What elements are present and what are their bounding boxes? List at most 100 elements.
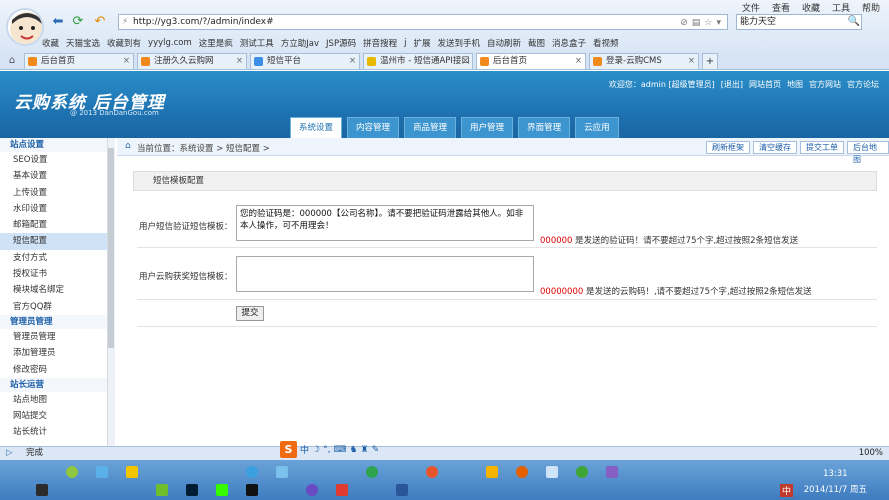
dreamweaver-icon[interactable] [216,484,228,496]
sidebar-scrollbar-thumb[interactable] [108,148,114,348]
bookmark-item[interactable]: 发送到手机 [437,37,480,49]
bookmark-item[interactable]: 收藏到有 [107,37,141,49]
tab-cloud-apps[interactable]: 云应用 [575,117,619,138]
undo-icon[interactable]: ↶ [92,14,108,30]
submit-ticket-button[interactable]: 提交工单 [800,141,844,154]
sidebar-item-basic[interactable]: 基本设置 [0,168,114,184]
close-icon[interactable]: × [462,54,469,69]
photoshop-icon[interactable] [186,484,198,496]
search-input[interactable]: 能力天空 [736,14,862,30]
submit-button[interactable]: 提交 [236,306,264,321]
clothes-icon[interactable]: ♜ [361,445,369,455]
taskbar-clock[interactable]: 13:31 2014/11/7 周五 [804,466,867,498]
sogou-ime-icon[interactable]: S [280,441,297,458]
browser-tab[interactable]: 注册久久云购网 × [137,53,247,69]
bookmark-item[interactable]: 这里是疯 [199,37,233,49]
app-icon[interactable] [486,466,498,478]
home-icon[interactable]: ⌂ [4,53,20,69]
reader-icon[interactable]: ▤ [692,16,701,30]
bookmark-item[interactable]: 截图 [528,37,545,49]
sidebar-item-password[interactable]: 修改密码 [0,362,114,378]
sidebar-item-qq-group[interactable]: 官方QQ群 [0,299,114,315]
refresh-frame-button[interactable]: 刷新框架 [706,141,750,154]
moon-icon[interactable]: ☽ [312,445,320,455]
browser-tab[interactable]: 温州市 - 短信通API接口 × [363,53,473,69]
bookmark-item[interactable]: 看视频 [593,37,619,49]
app-icon[interactable] [246,466,258,478]
official-site-link[interactable]: 官方网站 [809,79,841,90]
admin-map-button[interactable]: 后台地图 [847,141,889,164]
refresh-icon[interactable]: ⟳ [70,14,86,30]
app-icon[interactable] [546,466,558,478]
menu-view[interactable]: 查看 [771,1,791,14]
app-icon[interactable] [96,466,108,478]
sidebar-item-add-admin[interactable]: 添加管理员 [0,345,114,361]
bookmark-item[interactable]: j [404,38,406,48]
chevron-down-icon[interactable]: ▾ [716,16,721,30]
bookmark-item[interactable]: 自动刷新 [487,37,521,49]
tab-content[interactable]: 内容管理 [347,117,400,138]
close-icon[interactable]: × [349,54,356,69]
win-notify-template-input[interactable] [236,256,534,292]
bookmark-item[interactable]: 扩展 [413,37,430,49]
ime-tray-icon[interactable]: 中 [779,484,793,497]
tab-users[interactable]: 用户管理 [461,117,514,138]
sidebar-item-seo[interactable]: SEO设置 [0,152,114,168]
sidebar-item-domain-binding[interactable]: 模块域名绑定 [0,282,114,298]
sidebar-item-payment[interactable]: 支付方式 [0,250,114,266]
official-forum-link[interactable]: 官方论坛 [847,79,879,90]
app-icon[interactable] [126,466,138,478]
bookmark-item[interactable]: 测试工具 [240,37,274,49]
tab-system-settings[interactable]: 系统设置 [290,117,343,138]
bookmark-item[interactable]: JSP源码 [326,37,356,49]
sms-verify-template-input[interactable]: 您的验证码是：000000【公司名称】。请不要把验证码泄露给其他人。如非本人操作… [236,205,534,241]
bookmark-item[interactable]: yyylg.com [148,38,192,48]
sidebar-item-license[interactable]: 授权证书 [0,266,114,282]
app-icon[interactable] [156,484,168,496]
ime-mode[interactable]: 中 [300,443,309,456]
close-icon[interactable]: × [123,54,130,69]
tab-interface[interactable]: 界面管理 [518,117,571,138]
back-icon[interactable]: ⬅ [50,14,66,30]
star-icon[interactable]: ☆ [704,16,712,30]
block-icon[interactable]: ⊘ [680,16,688,30]
map-link[interactable]: 地图 [787,79,803,90]
new-tab-icon[interactable]: + [702,53,718,69]
bookmark-item[interactable]: 天猫宝选 [66,37,100,49]
zoom-level[interactable]: 100% [859,447,883,460]
site-home-link[interactable]: 网站首页 [749,79,781,90]
menu-tools[interactable]: 工具 [831,1,851,14]
keyboard-icon[interactable]: ⌨ [333,445,346,455]
app-icon[interactable] [366,466,378,478]
close-icon[interactable]: × [575,54,582,69]
app-icon[interactable] [246,484,258,496]
browser-tab[interactable]: 短信平台 × [250,53,360,69]
app-icon[interactable] [66,466,78,478]
sidebar-item-watermark[interactable]: 水印设置 [0,201,114,217]
skin-icon[interactable]: ♞ [349,445,357,455]
app-icon[interactable] [276,466,288,478]
word-icon[interactable] [396,484,408,496]
sidebar-item-sms[interactable]: 短信配置 [0,233,114,250]
start-icon[interactable] [36,484,48,496]
search-icon[interactable]: 🔍 [846,14,862,30]
close-icon[interactable]: × [236,54,243,69]
clear-cache-button[interactable]: 清空缓存 [753,141,797,154]
wrench-icon[interactable]: ✎ [372,445,380,455]
vs-icon[interactable] [606,466,618,478]
tab-products[interactable]: 商品管理 [404,117,457,138]
address-bar[interactable]: ⚡ http://yg3.com/?/admin/index# ⊘ ▤ ☆ ▾ [118,14,728,30]
app-icon[interactable] [576,466,588,478]
sidebar-item-stats[interactable]: 站长统计 [0,424,114,440]
browser-icon[interactable] [426,466,438,478]
close-icon[interactable]: × [688,54,695,69]
bookmark-item[interactable]: 消息盒子 [552,37,586,49]
sidebar-item-admins[interactable]: 管理员管理 [0,329,114,345]
menu-favorites[interactable]: 收藏 [801,1,821,14]
browser-tab[interactable]: 后台首页 × [24,53,134,69]
bookmark-item[interactable]: 收藏 [42,37,59,49]
sidebar-item-site-submit[interactable]: 网站提交 [0,408,114,424]
bookmark-item[interactable]: 方立助Jav [281,37,319,49]
sidebar-item-upload[interactable]: 上传设置 [0,185,114,201]
sidebar-item-sitemap[interactable]: 站点地图 [0,392,114,408]
